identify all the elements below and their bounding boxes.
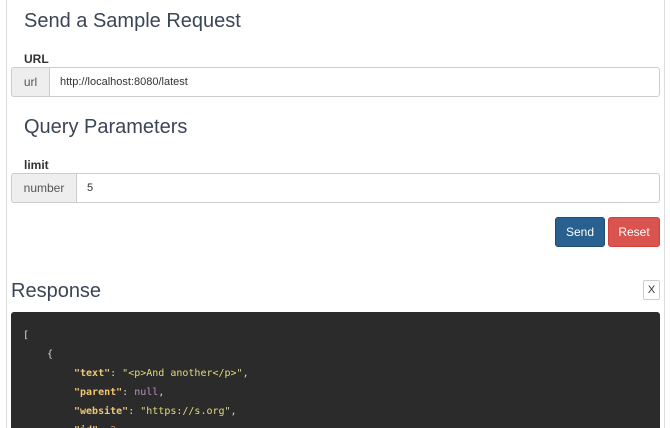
number-addon: number [11, 173, 76, 203]
json-open-bracket: [ [23, 330, 30, 341]
json-null-value: null [134, 387, 159, 398]
send-button[interactable]: Send [555, 217, 605, 247]
url-addon: url [11, 67, 49, 97]
json-separator: : [128, 406, 141, 417]
json-line-website: "website": "https://s.org", [74, 406, 237, 418]
json-line-text: "text": "<p>And another</p>", [74, 368, 249, 380]
limit-input[interactable] [76, 173, 660, 203]
limit-input-group: number [11, 173, 660, 203]
json-comma: , [230, 406, 237, 417]
close-response-button[interactable]: X [643, 280, 660, 300]
json-separator: : [110, 368, 123, 379]
json-key: "text" [74, 368, 111, 379]
url-input-group: url [11, 67, 660, 97]
response-heading: Response [11, 280, 102, 302]
json-line-parent: "parent": null, [74, 387, 164, 399]
json-comma: , [242, 368, 249, 379]
json-key: "parent" [74, 387, 123, 398]
limit-label: limit [24, 158, 49, 172]
json-comma: , [158, 387, 165, 398]
reset-button[interactable]: Reset [608, 217, 660, 247]
json-key: "website" [74, 406, 129, 417]
query-parameters-heading: Query Parameters [24, 116, 188, 138]
url-input[interactable] [49, 67, 660, 97]
json-string-value: "<p>And another</p>" [122, 368, 243, 379]
json-separator: : [122, 387, 135, 398]
json-string-value: "https://s.org" [140, 406, 231, 417]
request-heading: Send a Sample Request [24, 10, 241, 32]
json-open-brace: { [47, 349, 54, 360]
response-code-block: [ { "text": "<p>And another</p>", "paren… [11, 312, 660, 428]
url-label: URL [24, 52, 49, 66]
